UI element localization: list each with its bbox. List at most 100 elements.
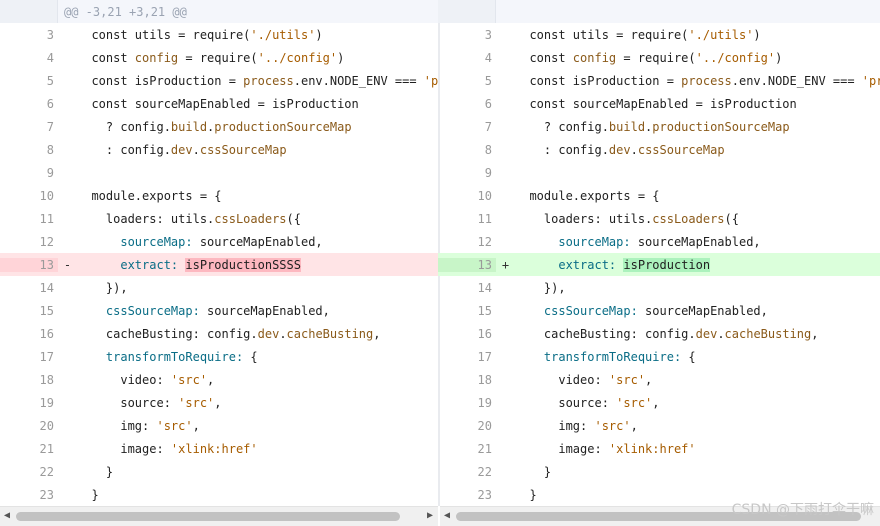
code-token: transformToRequire:	[543, 349, 682, 364]
code-text: extract: isProduction	[515, 257, 711, 272]
code-token: const	[77, 50, 135, 65]
code-text: cssSourceMap: sourceMapEnabled,	[77, 304, 330, 318]
changed-word: isProductionSSSS	[185, 257, 301, 272]
code-token: cacheBusting	[286, 326, 374, 341]
code-text: img: 'src',	[515, 419, 638, 433]
code-token: ,	[811, 326, 819, 341]
line-number: 16	[39, 326, 54, 341]
code-token: build	[608, 119, 646, 134]
code-token: image:	[515, 441, 609, 456]
code-token: )	[337, 50, 345, 65]
scroll-right-arrow-icon[interactable]: ▶	[424, 510, 436, 521]
code-token: ({	[286, 211, 301, 226]
line-number: 17	[39, 349, 54, 364]
code-line: 22 }	[438, 460, 880, 483]
code-line: 7 ? config.build.productionSourceMap	[0, 115, 438, 138]
code-token: cssLoaders	[214, 211, 287, 226]
code-token: )	[753, 27, 761, 42]
code-line: 17 transformToRequire: {	[0, 345, 438, 368]
code-token: 'production'	[423, 73, 438, 88]
code-text: }	[77, 465, 113, 479]
diff-marker: -	[63, 257, 72, 272]
scrollbar-thumb-left[interactable]	[16, 512, 400, 521]
line-number: 5	[46, 73, 54, 88]
code-token: : config.	[515, 142, 609, 157]
code-token: = require(	[616, 50, 696, 65]
line-number: 19	[39, 395, 54, 410]
scroll-left-arrow-icon-2[interactable]: ◀	[441, 510, 453, 521]
code-line: 14 }),	[438, 276, 880, 299]
code-token: )	[315, 27, 323, 42]
diff-marker: +	[501, 257, 510, 272]
code-text: image: 'xlink:href'	[77, 441, 258, 456]
line-number: 14	[39, 280, 54, 295]
code-line: 15 cssSourceMap: sourceMapEnabled,	[0, 299, 438, 322]
code-token: .env.NODE_ENV ===	[731, 73, 862, 88]
line-number: 13	[438, 257, 496, 272]
code-token: ,	[207, 372, 215, 387]
line-number: 21	[39, 441, 54, 456]
line-number: 16	[477, 326, 492, 341]
code-text: module.exports = {	[515, 189, 659, 203]
code-line: 4 const config = require('../config')	[438, 46, 880, 69]
code-text: }	[515, 465, 551, 479]
code-token: dev	[608, 142, 631, 157]
code-token: cssSourceMap	[199, 142, 287, 157]
code-token: }),	[77, 280, 128, 295]
line-number: 4	[484, 50, 492, 65]
code-token: dev	[170, 142, 193, 157]
code-token: video:	[77, 372, 171, 387]
line-number: 6	[484, 96, 492, 111]
new-code-lines: 3 const utils = require('./utils') 4 cons…	[438, 23, 880, 506]
code-text: source: 'src',	[77, 395, 221, 410]
code-line: 23 }	[0, 483, 438, 506]
code-text: const sourceMapEnabled = isProduction	[77, 97, 358, 111]
code-token: }	[77, 487, 99, 502]
code-line: 5 const isProduction = process.env.NODE_…	[438, 69, 880, 92]
code-token: 'xlink:href'	[170, 441, 258, 456]
code-line: 7 ? config.build.productionSourceMap	[438, 115, 880, 138]
diff-pane-new: 3 const utils = require('./utils') 4 cons…	[438, 0, 880, 506]
line-number: 3	[46, 27, 54, 42]
code-token: sourceMapEnabled,	[192, 234, 323, 249]
code-text: ? config.build.productionSourceMap	[515, 120, 790, 134]
code-text: sourceMap: sourceMapEnabled,	[515, 234, 761, 249]
line-number: 9	[46, 165, 54, 180]
line-number: 8	[46, 142, 54, 157]
code-token: transformToRequire:	[105, 349, 244, 364]
code-token: cacheBusting: config.	[515, 326, 696, 341]
code-token: }	[77, 464, 114, 479]
horizontal-scrollbar-left[interactable]: ◀ ▶	[0, 506, 438, 526]
code-text: ? config.build.productionSourceMap	[77, 120, 352, 134]
code-token: ,	[373, 326, 381, 341]
code-token: './utils'	[688, 27, 754, 42]
code-text: const isProduction = process.env.NODE_EN…	[77, 74, 438, 88]
code-token: '../config'	[695, 50, 776, 65]
code-line: 6 const sourceMapEnabled = isProduction	[0, 92, 438, 115]
code-token: sourceMap:	[120, 234, 193, 249]
code-text: loaders: utils.cssLoaders({	[515, 212, 739, 226]
code-text: video: 'src',	[515, 373, 652, 387]
code-token: sourceMapEnabled,	[199, 303, 330, 318]
code-token: const utils = require(	[515, 27, 689, 42]
code-token: .env.NODE_ENV ===	[293, 73, 424, 88]
code-token: ,	[192, 418, 200, 433]
hunk-header-text: @@ -3,21 +3,21 @@	[64, 4, 187, 19]
code-token: cacheBusting	[724, 326, 812, 341]
code-line: 14 }),	[0, 276, 438, 299]
line-number: 9	[484, 165, 492, 180]
code-token: )	[775, 50, 783, 65]
scroll-left-arrow-icon[interactable]: ◀	[1, 510, 13, 521]
code-token: 'production'	[861, 73, 880, 88]
code-token: sourceMapEnabled,	[630, 234, 761, 249]
code-token: config	[572, 50, 617, 65]
line-number: 15	[39, 303, 54, 318]
line-number: 10	[477, 188, 492, 203]
code-token: const isProduction =	[515, 73, 682, 88]
code-token: cssSourceMap:	[105, 303, 200, 318]
code-token: 'src'	[156, 418, 193, 433]
code-token: 'src'	[178, 395, 215, 410]
line-number: 7	[484, 119, 492, 134]
